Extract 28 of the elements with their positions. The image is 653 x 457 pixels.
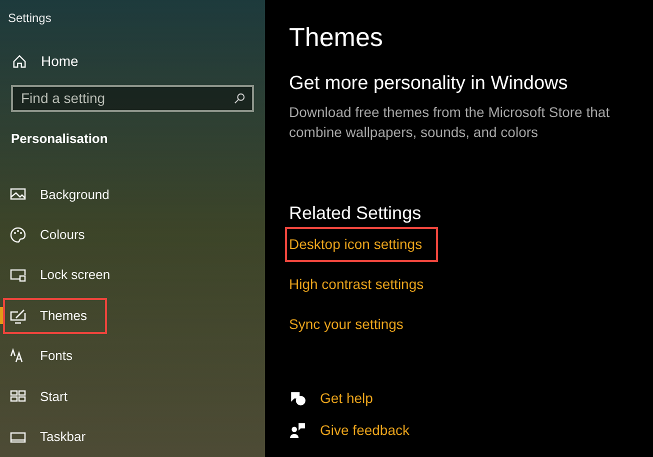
- nav-item[interactable]: Lock screen: [8, 257, 130, 294]
- settings-link[interactable]: Desktop icon settings: [285, 226, 438, 262]
- settings-link[interactable]: Sync your settings: [285, 306, 408, 342]
- nav-item[interactable]: Themes: [3, 298, 107, 334]
- page-title: Themes: [289, 21, 384, 54]
- monitor-brush-icon: [10, 308, 26, 324]
- help-link[interactable]: Give feedback: [320, 420, 410, 440]
- nav-item[interactable]: Taskbar: [8, 418, 106, 455]
- nav-item[interactable]: Start: [8, 378, 88, 414]
- palette-icon: [10, 226, 26, 243]
- section-heading: Personalisation: [10, 130, 109, 148]
- person-speech-icon: [289, 422, 306, 438]
- settings-link[interactable]: High contrast settings: [285, 266, 428, 302]
- section-heading: Get more personality in Windows: [289, 72, 569, 96]
- nav-item[interactable]: Colours: [8, 216, 105, 253]
- home-link[interactable]: Home: [41, 50, 78, 72]
- section-heading: Related Settings: [289, 202, 422, 224]
- search-field[interactable]: Find a setting: [11, 84, 254, 112]
- home-icon: [12, 54, 27, 69]
- picture-frame-icon: [10, 186, 26, 202]
- window-title: Settings: [7, 10, 52, 27]
- help-link[interactable]: Get help: [320, 388, 373, 408]
- nav-item[interactable]: Fonts: [8, 338, 93, 374]
- description-text: Download free themes from the Microsoft Store that combine wallpapers, sounds, and colors: [289, 103, 611, 142]
- tiles-icon: [10, 388, 26, 404]
- monitor-lock-icon: [10, 267, 26, 284]
- search-icon: [234, 92, 245, 104]
- nav-item[interactable]: Background: [8, 176, 130, 212]
